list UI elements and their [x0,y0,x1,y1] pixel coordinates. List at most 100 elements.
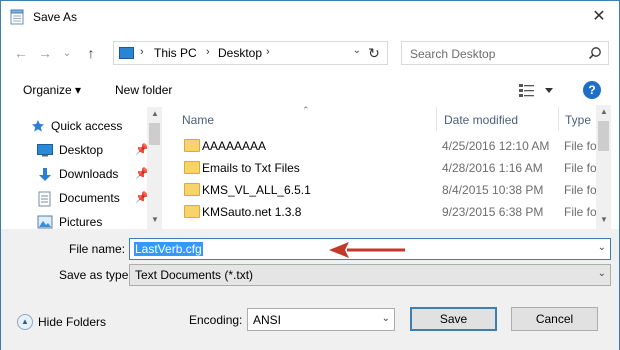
cancel-button[interactable]: Cancel [511,307,598,331]
file-list-scrollbar[interactable]: ▲ ▼ [596,105,611,229]
star-icon [32,120,44,132]
refresh-icon: ↻ [368,45,380,61]
title-bar: Save As ✕ [1,1,619,33]
save-as-type-label: Save as type: [59,268,132,282]
file-name: Emails to Txt Files [202,161,300,175]
chevron-up-icon: ▲ [17,314,33,330]
file-type: File fol [564,139,600,153]
folder-icon [184,161,200,174]
organize-button[interactable]: Organize ▾ [23,83,81,97]
nav-item-label: Quick access [51,119,123,133]
up-button[interactable]: ↑ [81,43,101,63]
encoding-label: Encoding: [189,313,243,327]
search-input[interactable]: Search Desktop [401,41,609,65]
column-divider[interactable] [436,107,437,131]
file-date: 4/28/2016 1:16 AM [442,161,543,175]
up-arrow-icon: ↑ [87,45,95,61]
forward-arrow-icon: → [38,45,52,61]
nav-item-quick-access[interactable]: Quick access [7,115,149,137]
save-as-type-select[interactable]: Text Documents (*.txt) ⌄ [129,264,611,286]
column-header-name[interactable]: Name [182,113,214,137]
recent-locations-button[interactable]: ⌄ [57,43,77,63]
pictures-icon [37,215,53,229]
list-item[interactable]: KMS_VL_ALL_6.5.1 8/4/2015 10:38 PM File … [164,179,604,201]
encoding-value: ANSI [253,313,282,327]
save-options-panel: File name: LastVerb.cfg ⌄ Save as type: … [1,229,619,350]
change-view-button[interactable] [517,81,557,99]
notepad-icon [10,9,24,25]
scroll-down-icon[interactable]: ▼ [151,215,159,224]
nav-pane-scroll-thumb[interactable] [149,123,160,145]
list-item[interactable]: KMSauto.net 1.3.8 9/23/2015 6:38 PM File… [164,201,604,223]
column-header-type[interactable]: Type [565,113,591,137]
breadcrumb-this-pc[interactable]: This PC [154,46,197,60]
chevron-down-icon[interactable]: ⌄ [598,242,606,253]
back-button[interactable]: ← [11,43,31,63]
nav-item-label: Documents [59,191,120,205]
new-folder-button[interactable]: New folder [115,83,172,97]
file-date: 9/23/2015 6:38 PM [442,205,544,219]
file-date: 8/4/2015 10:38 PM [442,183,544,197]
nav-pane-scrollbar[interactable]: ▲ ▼ [147,107,162,229]
documents-icon [38,191,51,207]
command-bar: Organize ▾ New folder ? [1,75,619,105]
file-name: KMSauto.net 1.3.8 [202,205,302,219]
breadcrumb-chevron-icon[interactable]: › [140,46,144,58]
file-date: 4/25/2016 12:10 AM [442,139,550,153]
desktop-icon [37,144,53,157]
nav-item-label: Desktop [59,143,104,157]
nav-item-desktop[interactable]: Desktop 📌 [7,139,149,161]
encoding-select[interactable]: ANSI ⌄ [247,308,395,331]
nav-item-label: Downloads [59,167,119,181]
address-dropdown-icon[interactable]: ⌄ [353,45,361,56]
scroll-up-icon[interactable]: ▲ [151,109,159,118]
file-name: AAAAAAAA [202,139,267,153]
folder-icon [184,183,200,196]
breadcrumb-chevron-icon[interactable]: › [206,46,210,58]
navigation-bar: ← → ⌄ ↑ › This PC › Desktop › ⌄ ↻ Search… [1,37,619,69]
chevron-down-icon[interactable]: ⌄ [598,268,606,279]
save-as-dialog: Save As ✕ ← → ⌄ ↑ › This PC › Desktop › … [0,0,620,350]
back-arrow-icon: ← [14,45,28,61]
column-header-date-modified[interactable]: Date modified [444,113,518,137]
close-icon: ✕ [592,8,606,25]
chevron-down-icon[interactable]: ⌄ [382,313,390,324]
search-icon[interactable] [588,46,602,60]
details-view-icon [519,84,553,97]
file-type: File fol [564,161,600,175]
file-name-label: File name: [69,242,126,256]
scroll-down-icon[interactable]: ▼ [600,215,608,224]
nav-item-label: Pictures [59,215,103,229]
nav-item-documents[interactable]: Documents 📌 [7,187,149,209]
folder-icon [184,205,200,218]
help-icon: ? [588,83,596,97]
file-list-scroll-thumb[interactable] [598,121,609,151]
navigation-pane: Quick access Desktop 📌 Downloads 📌 Docum… [7,107,162,229]
forward-button[interactable]: → [35,43,55,63]
file-list: ⌃ Name Date modified Type AAAAAAAA 4/25/… [164,105,611,229]
help-button[interactable]: ? [583,81,601,99]
close-button[interactable]: ✕ [589,7,609,27]
window-title: Save As [33,10,78,24]
search-placeholder: Search Desktop [410,47,496,61]
breadcrumb-desktop[interactable]: Desktop [218,46,262,60]
annotation-arrow-icon [329,242,405,258]
chevron-down-icon: ⌄ [62,47,72,59]
file-type: File fol [564,183,600,197]
list-item[interactable]: Emails to Txt Files 4/28/2016 1:16 AM Fi… [164,157,604,179]
scroll-up-icon[interactable]: ▲ [600,107,608,116]
nav-item-downloads[interactable]: Downloads 📌 [7,163,149,185]
address-bar[interactable]: › This PC › Desktop › ⌄ ↻ [113,41,388,65]
file-name-value[interactable]: LastVerb.cfg [134,242,203,256]
breadcrumb-chevron-icon[interactable]: › [266,46,270,58]
list-item[interactable]: AAAAAAAA 4/25/2016 12:10 AM File fol [164,135,604,157]
file-type: File fol [564,205,600,219]
file-name: KMS_VL_ALL_6.5.1 [202,183,311,197]
hide-folders-label: Hide Folders [38,315,107,329]
hide-folders-button[interactable]: ▲ Hide Folders [17,313,117,333]
refresh-button[interactable]: ↻ [365,43,383,63]
folder-icon [184,139,200,152]
sort-ascending-icon: ⌃ [302,105,310,115]
save-button[interactable]: Save [410,307,497,331]
column-divider[interactable] [558,107,559,131]
